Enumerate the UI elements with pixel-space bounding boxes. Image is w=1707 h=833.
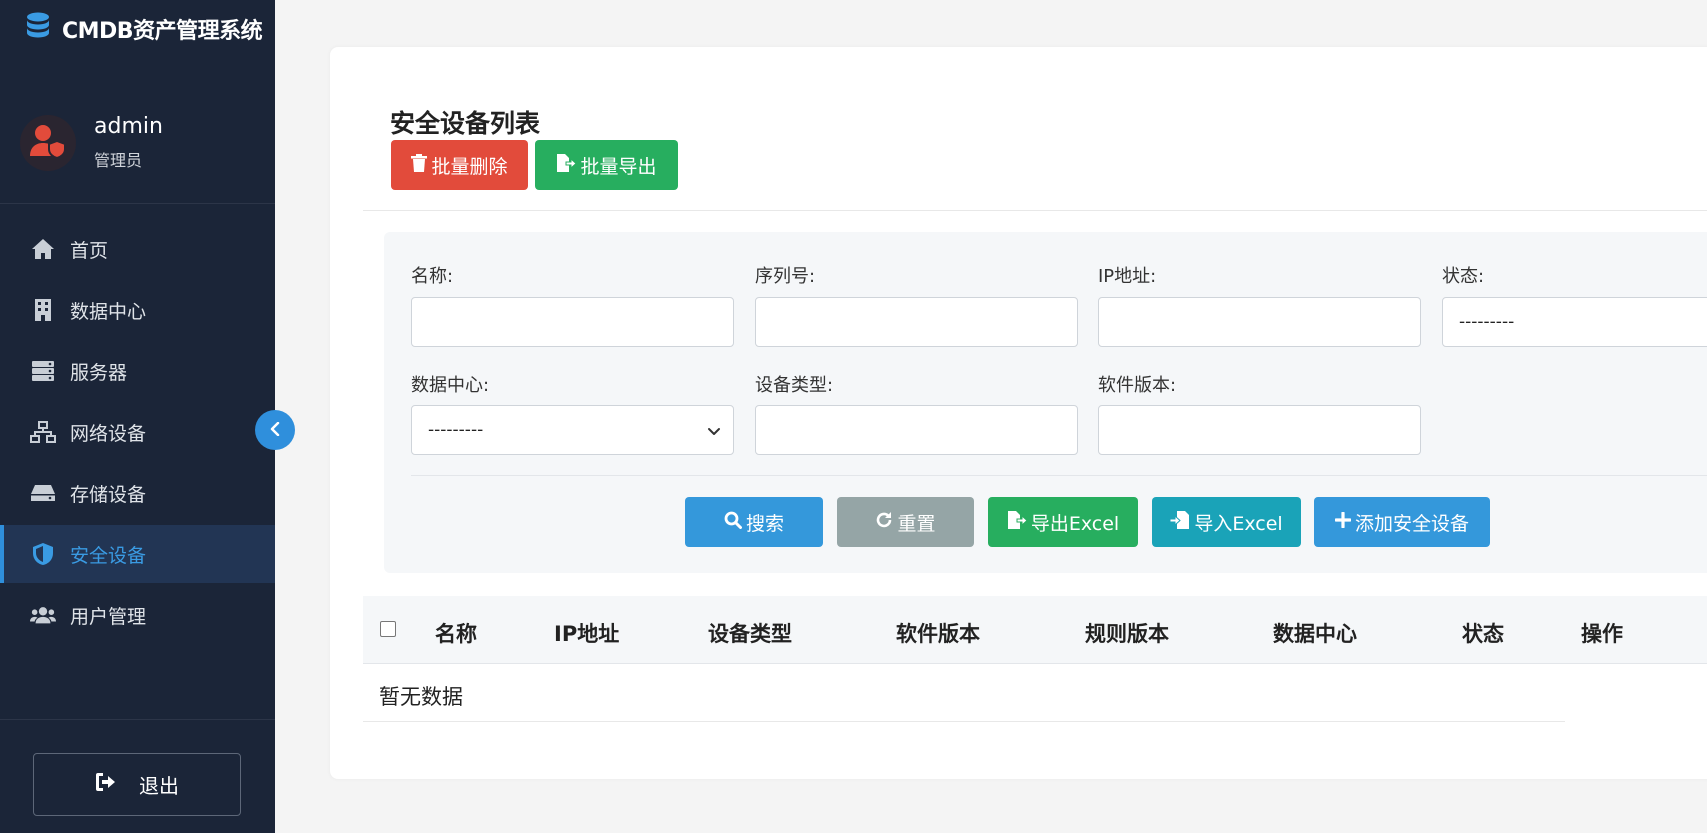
brand[interactable]: CMDB资产管理系统 (26, 12, 263, 46)
filter-divider (411, 475, 1707, 476)
column-header[interactable]: 设备类型 (708, 618, 792, 648)
sidebar-item-label: 数据中心 (70, 300, 147, 323)
hdd-icon (30, 480, 56, 506)
export-excel-button[interactable]: 导出Excel (988, 497, 1138, 547)
serial-filter-input[interactable] (755, 297, 1078, 347)
logout-button[interactable]: 退出 (33, 753, 241, 816)
page-title: 安全设备列表 (390, 109, 541, 138)
add-security-device-button[interactable]: 添加安全设备 (1314, 497, 1490, 547)
search-button[interactable]: 搜索 (685, 497, 823, 547)
shield-icon (30, 541, 56, 567)
column-header[interactable]: 状态 (1462, 618, 1504, 648)
file-export-icon (1007, 510, 1028, 534)
sidebar-item-home[interactable]: 首页 (0, 220, 275, 278)
search-label: 搜索 (745, 512, 784, 535)
ip-filter-input[interactable] (1098, 297, 1421, 347)
status-select-value: --------- (1459, 312, 1515, 332)
sidebar-nav: 首页 数据中心 服务器 网络设备 存储设备 安全设备 用户管理 (0, 220, 275, 647)
users-icon (30, 602, 56, 628)
column-header[interactable]: 数据中心 (1273, 618, 1357, 648)
name-filter-input[interactable] (411, 297, 734, 347)
device-type-filter-input[interactable] (755, 405, 1078, 455)
bulk-delete-label: 批量删除 (431, 155, 508, 178)
export-excel-label: 导出Excel (1030, 512, 1120, 535)
user-role: 管理员 (94, 151, 143, 170)
avatar (20, 114, 76, 171)
status-select[interactable]: --------- (1442, 297, 1707, 347)
bulk-export-label: 批量导出 (580, 155, 657, 178)
sidebar-item-servers[interactable]: 服务器 (0, 342, 275, 400)
column-header[interactable]: IP地址 (554, 618, 619, 648)
sidebar-item-label: 安全设备 (70, 544, 147, 567)
sidebar-item-security[interactable]: 安全设备 (0, 525, 275, 583)
header-divider (363, 210, 1707, 211)
redo-icon (875, 511, 893, 534)
column-header[interactable]: 名称 (435, 618, 477, 648)
database-icon (26, 12, 50, 46)
chevron-left-icon (269, 421, 281, 440)
sidebar-item-network[interactable]: 网络设备 (0, 403, 275, 461)
plus-icon (1334, 511, 1352, 533)
table-header: 名称 IP地址 设备类型 软件版本 规则版本 数据中心 状态 操作 (363, 596, 1707, 664)
file-import-icon (1169, 510, 1190, 534)
sidebar-item-label: 服务器 (70, 361, 128, 384)
add-security-device-label: 添加安全设备 (1354, 512, 1469, 535)
device-type-filter-label: 设备类型: (755, 375, 834, 396)
status-filter-label: 状态: (1442, 266, 1485, 287)
sign-out-icon (95, 772, 117, 797)
column-header[interactable]: 软件版本 (896, 618, 980, 648)
user-shield-icon (30, 124, 66, 162)
server-icon (30, 358, 56, 384)
datacenter-select[interactable]: --------- (411, 405, 734, 455)
serial-filter-label: 序列号: (755, 266, 816, 287)
table-row-divider (363, 721, 1565, 722)
sidebar-divider (0, 203, 275, 204)
file-export-icon (556, 153, 578, 177)
datacenter-select-value: --------- (428, 420, 484, 440)
name-filter-label: 名称: (411, 266, 454, 287)
reset-label: 重置 (897, 512, 936, 535)
trash-icon (411, 153, 428, 177)
import-excel-label: 导入Excel (1194, 512, 1283, 535)
software-version-filter-input[interactable] (1098, 405, 1421, 455)
select-all-checkbox[interactable] (380, 621, 396, 637)
sidebar: CMDB资产管理系统 admin 管理员 首页 数据中心 服务器 网络设备 存储… (0, 0, 275, 833)
logout-label: 退出 (139, 774, 179, 798)
sidebar-item-label: 首页 (70, 239, 109, 262)
user-name: admin (94, 114, 163, 139)
user-panel: admin 管理员 (20, 114, 163, 171)
bulk-export-button[interactable]: 批量导出 (535, 140, 678, 190)
sidebar-item-label: 存储设备 (70, 483, 147, 506)
software-version-filter-label: 软件版本: (1098, 375, 1177, 396)
reset-button[interactable]: 重置 (837, 497, 974, 547)
bulk-delete-button[interactable]: 批量删除 (391, 140, 528, 190)
sidebar-item-users[interactable]: 用户管理 (0, 586, 275, 644)
sidebar-item-label: 用户管理 (70, 605, 147, 628)
sidebar-divider (0, 719, 275, 720)
sidebar-item-datacenter[interactable]: 数据中心 (0, 281, 275, 339)
import-excel-button[interactable]: 导入Excel (1152, 497, 1301, 547)
datacenter-filter-label: 数据中心: (411, 375, 490, 396)
chevron-down-icon (707, 422, 721, 442)
sidebar-item-storage[interactable]: 存储设备 (0, 464, 275, 522)
app-title: CMDB资产管理系统 (62, 19, 263, 44)
ip-filter-label: IP地址: (1098, 266, 1157, 287)
column-header[interactable]: 规则版本 (1085, 618, 1169, 648)
building-icon (30, 297, 56, 323)
empty-state: 暂无数据 (379, 685, 463, 709)
sidebar-collapse-button[interactable] (255, 410, 295, 450)
column-header: 操作 (1581, 622, 1623, 646)
search-icon (724, 511, 742, 534)
home-icon (30, 236, 56, 262)
sidebar-item-label: 网络设备 (70, 422, 147, 445)
network-icon (30, 419, 56, 445)
